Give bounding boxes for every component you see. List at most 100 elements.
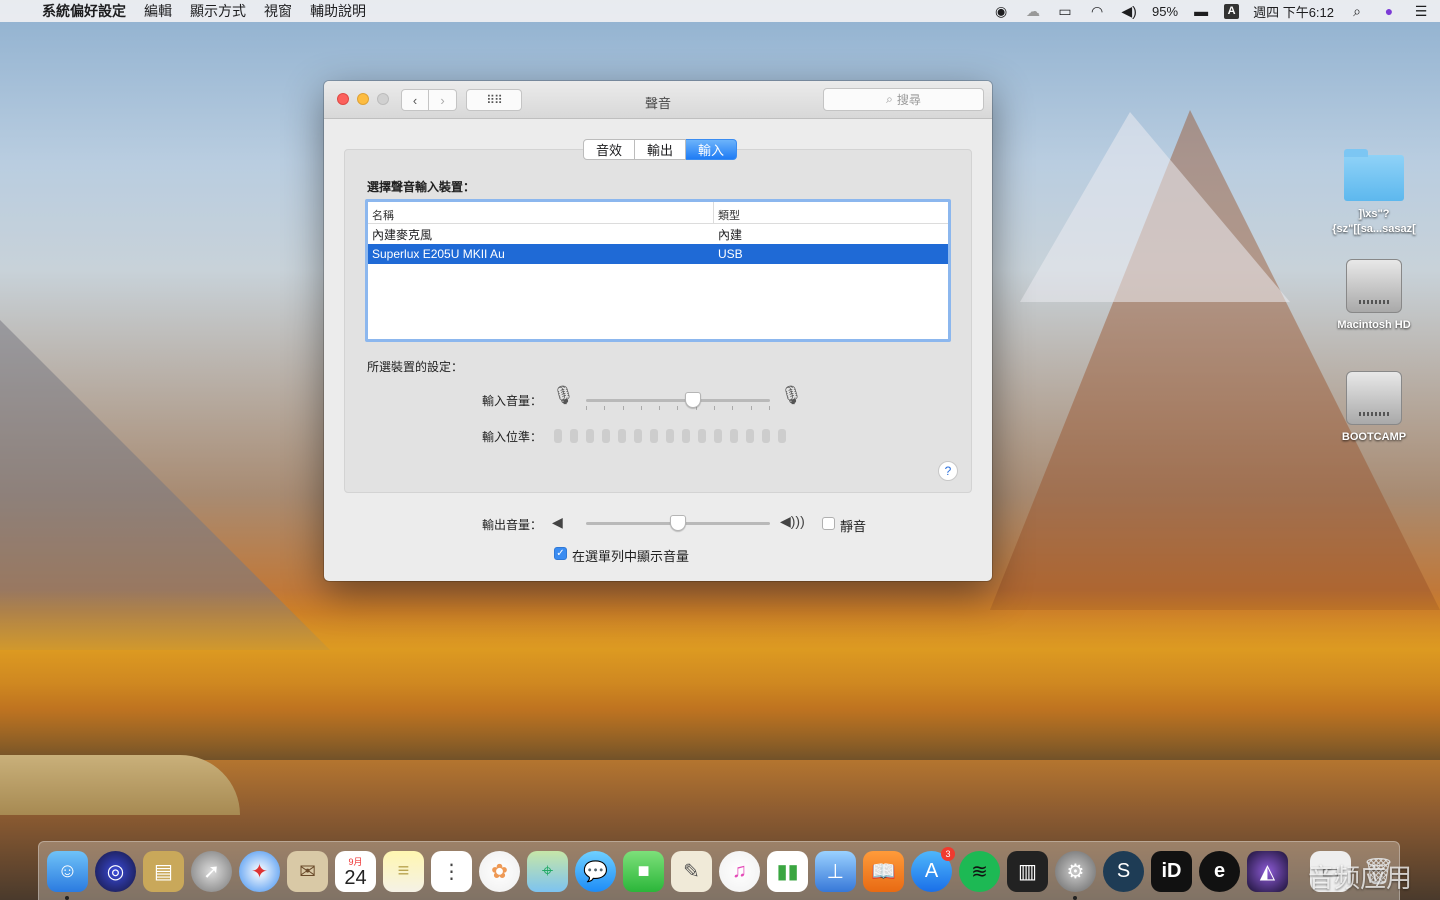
dock-itunes[interactable]: ♫ bbox=[719, 850, 760, 892]
battery-percent[interactable]: 95% bbox=[1152, 4, 1178, 19]
tab-input[interactable]: 輸入 bbox=[686, 139, 738, 160]
dock-mail[interactable]: ✉ bbox=[287, 850, 328, 892]
dock: ☺ ◎ ▤ ➚ ✦ ✉ 9月 24 ≡ ⋮ ✿ ⌖ 💬 ■ ✎ ♫ ▮▮ ⊥ 📖… bbox=[38, 841, 1400, 900]
desktop-drive-label: Macintosh HD bbox=[1337, 319, 1411, 331]
calendar-day: 24 bbox=[344, 866, 367, 889]
menu-clock[interactable]: 週四 下午6:12 bbox=[1253, 2, 1334, 21]
dock-photos[interactable]: ✿ bbox=[479, 850, 520, 892]
wallpaper-grass bbox=[0, 755, 240, 815]
speaker-low-icon: ◀ bbox=[552, 514, 563, 530]
bar-chart-icon: ▮▮ bbox=[776, 860, 799, 883]
menu-window[interactable]: 視窗 bbox=[264, 1, 292, 21]
hard-drive-icon bbox=[1346, 259, 1402, 313]
menu-view[interactable]: 顯示方式 bbox=[190, 1, 246, 21]
dock-messages[interactable]: 💬 bbox=[575, 850, 616, 892]
dock-contacts-book[interactable]: ▤ bbox=[143, 850, 184, 892]
table-header: 名稱 類型 bbox=[368, 202, 948, 224]
calendar-month: 9月 bbox=[348, 856, 363, 867]
dock-ibooks[interactable]: 📖 bbox=[863, 850, 904, 892]
id-logo-icon: iD bbox=[1161, 859, 1182, 882]
dock-safari[interactable]: ✦ bbox=[239, 850, 280, 892]
sound-tabs: 音效 輸出 輸入 bbox=[583, 139, 738, 160]
input-volume-ticks bbox=[586, 406, 770, 410]
reminders-icon: ⋮ bbox=[441, 860, 462, 883]
airplay-icon[interactable]: ▭ bbox=[1056, 3, 1074, 20]
notification-center-icon[interactable]: ☰ bbox=[1412, 3, 1430, 20]
hard-drive-icon bbox=[1346, 371, 1402, 425]
dock-maps[interactable]: ⌖ bbox=[527, 850, 568, 892]
help-button[interactable]: ? bbox=[938, 461, 958, 481]
dock-system-preferences[interactable]: ⚙ bbox=[1055, 850, 1096, 900]
piano-keys-icon: ▥ bbox=[1018, 860, 1037, 883]
search-field[interactable]: ⌕ 搜尋 bbox=[823, 88, 984, 111]
dock-spotify[interactable]: ≋ bbox=[959, 850, 1000, 892]
menu-help[interactable]: 輔助說明 bbox=[310, 1, 366, 21]
sound-preferences-window: ‹ › ⠿⠿ 聲音 ⌕ 搜尋 音效 輸出 輸入 選擇聲音輸入裝置： 名稱 類型 … bbox=[324, 81, 992, 581]
compass-icon: ✦ bbox=[251, 860, 268, 883]
wallpaper-autumn-trees bbox=[0, 590, 1440, 760]
settings-section-label: 所選裝置的設定： bbox=[367, 360, 464, 374]
menu-bar-status: ◉ ☁ ▭ ◠ ◀) 95% ▬ A 週四 下午6:12 ⌕ ● ☰ bbox=[992, 2, 1430, 21]
table-row[interactable]: 內建麥克風 內建 bbox=[368, 224, 948, 244]
dock-siri[interactable]: ◎ bbox=[95, 850, 136, 892]
menu-app-name[interactable]: 系統偏好設定 bbox=[42, 1, 126, 21]
app-store-icon: A bbox=[924, 859, 939, 882]
s-logo-icon: S bbox=[1116, 859, 1131, 882]
input-level-meter bbox=[554, 429, 786, 443]
volume-icon[interactable]: ◀) bbox=[1120, 3, 1138, 20]
dock-id-app[interactable]: iD bbox=[1151, 850, 1192, 892]
gear-icon: ⚙ bbox=[1066, 860, 1085, 883]
microphone-high-icon: 🎙 bbox=[780, 385, 803, 405]
device-section-label: 選擇聲音輸入裝置： bbox=[367, 180, 476, 194]
dock-e-app[interactable]: e bbox=[1199, 850, 1240, 892]
show-volume-in-menu-checkbox[interactable]: ✓ bbox=[554, 547, 567, 560]
mute-checkbox[interactable] bbox=[822, 517, 835, 530]
input-method-icon[interactable]: A bbox=[1224, 3, 1240, 19]
book-icon: ▤ bbox=[154, 860, 173, 883]
output-volume-knob[interactable] bbox=[670, 515, 686, 531]
input-volume-knob[interactable] bbox=[684, 392, 701, 408]
menu-bar: 系統偏好設定 編輯 顯示方式 視窗 輔助說明 ◉ ☁ ▭ ◠ ◀) 95% ▬ … bbox=[0, 0, 1440, 22]
dock-audio-app-s[interactable]: S bbox=[1103, 850, 1144, 892]
cloud-status-icon[interactable]: ☁ bbox=[1024, 3, 1042, 20]
video-camera-icon: ■ bbox=[637, 859, 650, 882]
wifi-icon[interactable]: ◠ bbox=[1088, 3, 1106, 20]
accessibility-status-icon[interactable]: ◉ bbox=[992, 3, 1010, 20]
menu-edit[interactable]: 編輯 bbox=[144, 1, 172, 21]
desktop-drive-bootcamp[interactable]: BOOTCAMP bbox=[1319, 371, 1429, 443]
dock-keynote[interactable]: ⊥ bbox=[815, 850, 856, 892]
dock-pro-tools[interactable]: ◭ bbox=[1247, 850, 1288, 892]
desktop-drive-macintosh-hd[interactable]: Macintosh HD bbox=[1319, 259, 1429, 331]
desktop-folder[interactable]: ]\xs"? {sz"[[sa...sasaz[ bbox=[1319, 149, 1429, 237]
pen-paper-icon: ✎ bbox=[683, 860, 700, 883]
input-device-table[interactable]: 名稱 類型 內建麥克風 內建 Superlux E205U MKII Au US… bbox=[365, 199, 951, 342]
dock-numbers[interactable]: ▮▮ bbox=[767, 850, 808, 892]
siri-icon[interactable]: ● bbox=[1380, 3, 1398, 19]
e-logo-icon: e bbox=[1213, 859, 1226, 882]
device-type: 內建 bbox=[718, 227, 743, 242]
output-volume-label: 輸出音量： bbox=[481, 518, 542, 532]
tab-output[interactable]: 輸出 bbox=[635, 139, 687, 160]
rocket-icon: ➚ bbox=[203, 860, 220, 883]
input-volume-slider[interactable] bbox=[586, 399, 770, 402]
tab-sound-effects[interactable]: 音效 bbox=[583, 139, 636, 160]
table-row-selected[interactable]: Superlux E205U MKII Au USB bbox=[368, 244, 948, 264]
desktop-folder-label: ]\xs"? {sz"[[sa...sasaz[ bbox=[1332, 208, 1416, 235]
title-bar[interactable]: ‹ › ⠿⠿ 聲音 ⌕ 搜尋 bbox=[324, 81, 992, 119]
column-header-type[interactable]: 類型 bbox=[714, 202, 744, 223]
dock-finder[interactable]: ☺ bbox=[47, 850, 88, 900]
column-header-name[interactable]: 名稱 bbox=[368, 202, 714, 223]
dock-facetime[interactable]: ■ bbox=[623, 850, 664, 892]
input-level-label: 輸入位準： bbox=[481, 430, 542, 444]
dock-calendar[interactable]: 9月 24 bbox=[335, 850, 376, 892]
dock-piano-app[interactable]: ▥ bbox=[1007, 850, 1048, 892]
notes-icon: ≡ bbox=[397, 859, 410, 882]
dock-textedit[interactable]: ✎ bbox=[671, 850, 712, 892]
battery-icon[interactable]: ▬ bbox=[1192, 3, 1210, 19]
dock-launchpad[interactable]: ➚ bbox=[191, 850, 232, 892]
spotlight-search-icon[interactable]: ⌕ bbox=[1348, 3, 1366, 20]
watermark-text: 音频应用 bbox=[1308, 864, 1413, 894]
dock-reminders[interactable]: ⋮ bbox=[431, 850, 472, 892]
dock-notes[interactable]: ≡ bbox=[383, 850, 424, 892]
dock-app-store[interactable]: A3 bbox=[911, 846, 955, 892]
